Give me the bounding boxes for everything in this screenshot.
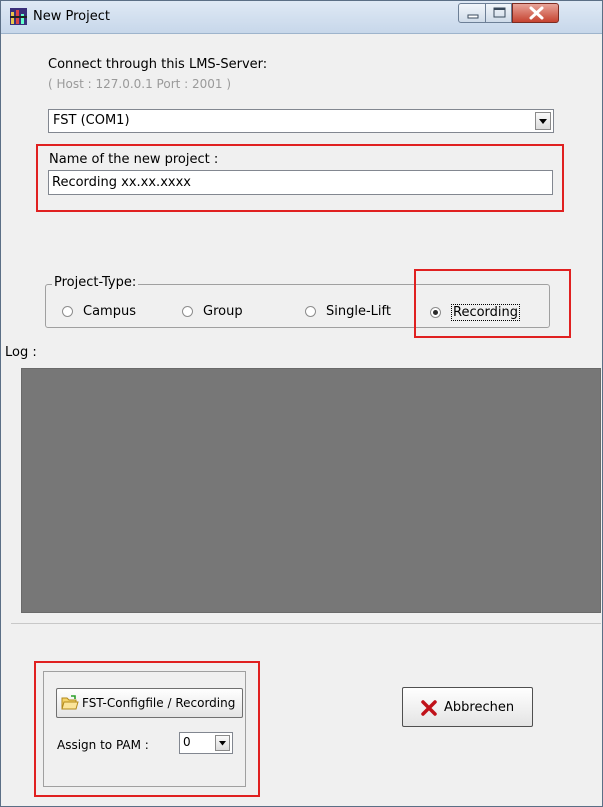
close-icon (529, 6, 544, 20)
pam-select[interactable]: 0 (179, 732, 233, 754)
config-file-button[interactable]: FST-Configfile / Recording (56, 688, 243, 718)
project-name-label: Name of the new project : (49, 152, 219, 167)
minimize-button[interactable] (458, 3, 486, 23)
server-dropdown-button[interactable] (535, 112, 551, 130)
radio-single-lift[interactable]: Single-Lift (305, 304, 391, 319)
radio-dot-group (182, 306, 193, 317)
config-file-button-label: FST-Configfile / Recording (82, 696, 236, 710)
pam-select-value: 0 (183, 735, 191, 749)
maximize-button[interactable] (485, 3, 512, 23)
server-select-value: FST (COM1) (53, 113, 130, 128)
project-name-value: Recording xx.xx.xxxx (52, 175, 191, 190)
radio-dot-single-lift (305, 306, 316, 317)
close-button[interactable] (512, 3, 559, 23)
pam-dropdown-button[interactable] (215, 735, 230, 751)
cancel-button[interactable]: Abbrechen (402, 687, 533, 727)
cancel-button-label: Abbrechen (444, 700, 515, 715)
server-select[interactable]: FST (COM1) (48, 109, 554, 133)
server-label: Connect through this LMS-Server: (48, 57, 268, 72)
app-icon (10, 8, 27, 25)
maximize-icon (493, 7, 506, 18)
highlight-recording-box (414, 269, 571, 338)
project-type-legend: Project-Type: (52, 275, 139, 290)
chevron-down-icon (219, 741, 226, 746)
server-host-info: ( Host : 127.0.0.1 Port : 2001 ) (48, 77, 232, 91)
window-title: New Project (33, 9, 110, 24)
radio-group-label: Group (203, 304, 243, 319)
radio-group[interactable]: Group (182, 304, 243, 319)
new-project-dialog: New Project Connect through this LMS-Ser… (0, 0, 603, 807)
minimize-icon (467, 14, 479, 19)
folder-open-icon (61, 695, 79, 710)
divider (11, 623, 601, 624)
radio-single-lift-label: Single-Lift (326, 304, 391, 319)
cross-icon (421, 700, 437, 716)
radio-campus-label: Campus (83, 304, 136, 319)
project-name-input[interactable]: Recording xx.xx.xxxx (48, 170, 553, 195)
log-area[interactable] (21, 368, 601, 613)
log-label: Log : (5, 345, 37, 360)
radio-campus[interactable]: Campus (62, 304, 136, 319)
assign-pam-label: Assign to PAM : (57, 738, 149, 752)
radio-dot-campus (62, 306, 73, 317)
chevron-down-icon (539, 119, 547, 124)
title-bar[interactable]: New Project (1, 1, 602, 34)
